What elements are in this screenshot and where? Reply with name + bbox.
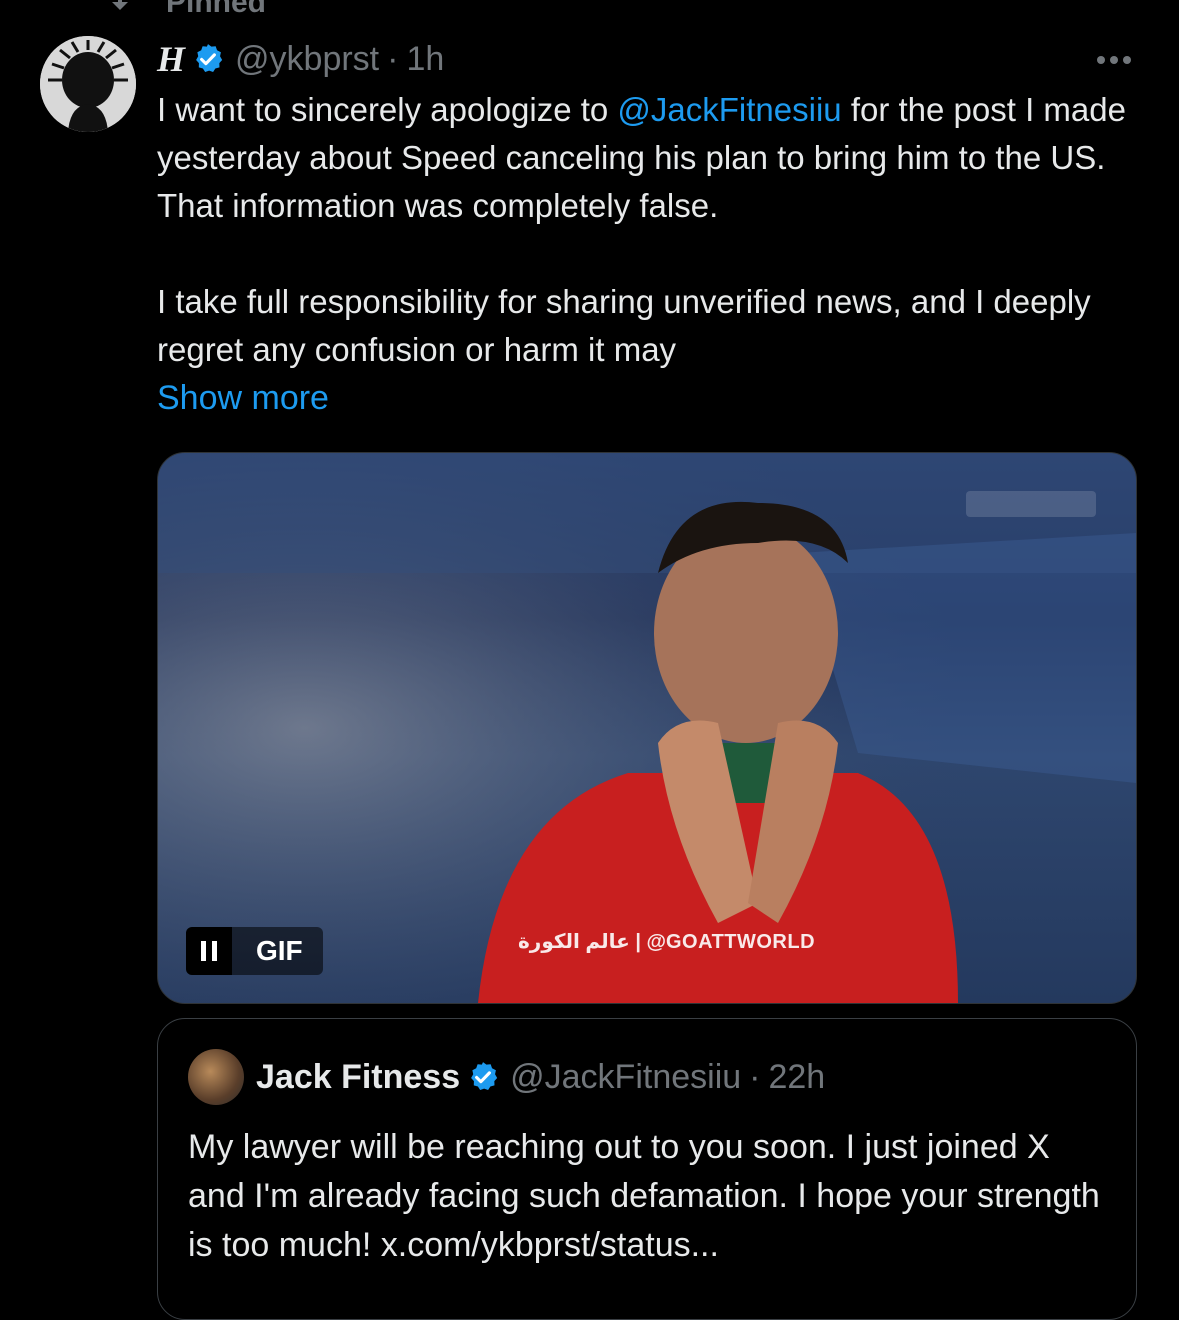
tweet-paragraph-2: I take full responsibility for sharing u…	[157, 283, 1091, 368]
quoted-author-avatar[interactable]	[188, 1049, 244, 1105]
separator-dot: ·	[749, 1057, 761, 1096]
mention-link[interactable]: @JackFitnesiiu	[617, 91, 841, 128]
gif-controls[interactable]: GIF	[186, 927, 323, 975]
quoted-tweet[interactable]: Jack Fitness @JackFitnesiiu · 22h My law…	[157, 1018, 1137, 1320]
show-more-link[interactable]: Show more	[157, 374, 329, 422]
quoted-tweet-text: My lawyer will be reaching out to you so…	[188, 1128, 1100, 1264]
verified-badge-icon	[191, 42, 225, 76]
gif-frame	[158, 453, 1136, 1003]
tweet-text-part1: I want to sincerely apologize to	[157, 91, 618, 128]
more-icon[interactable]	[1089, 40, 1139, 80]
tweet-body: I want to sincerely apologize to @JackFi…	[157, 86, 1147, 374]
tweet-timestamp[interactable]: 1h	[406, 40, 444, 79]
gif-watermark: عالم الكورة | @GOATTWORLD	[518, 931, 816, 953]
quoted-tweet-timestamp[interactable]: 22h	[768, 1058, 825, 1097]
verified-badge-icon	[466, 1060, 500, 1094]
gif-label: GIF	[232, 927, 323, 975]
author-name[interactable]: H	[157, 38, 185, 80]
pinned-indicator: Pinned	[100, 0, 266, 20]
author-avatar[interactable]	[40, 36, 136, 132]
tweet-header: H @ykbprst · 1h	[157, 34, 1139, 84]
quoted-author-name[interactable]: Jack Fitness	[256, 1058, 460, 1097]
gif-media[interactable]: عالم الكورة | @GOATTWORLD GIF	[157, 452, 1137, 1004]
author-handle[interactable]: @ykbprst	[235, 40, 379, 79]
quoted-tweet-header: Jack Fitness @JackFitnesiiu · 22h	[256, 1049, 825, 1105]
separator-dot: ·	[387, 39, 399, 78]
pinned-label: Pinned	[166, 0, 267, 19]
quoted-author-handle[interactable]: @JackFitnesiiu	[510, 1058, 741, 1097]
pause-icon[interactable]	[186, 927, 232, 975]
pin-icon	[100, 0, 140, 20]
